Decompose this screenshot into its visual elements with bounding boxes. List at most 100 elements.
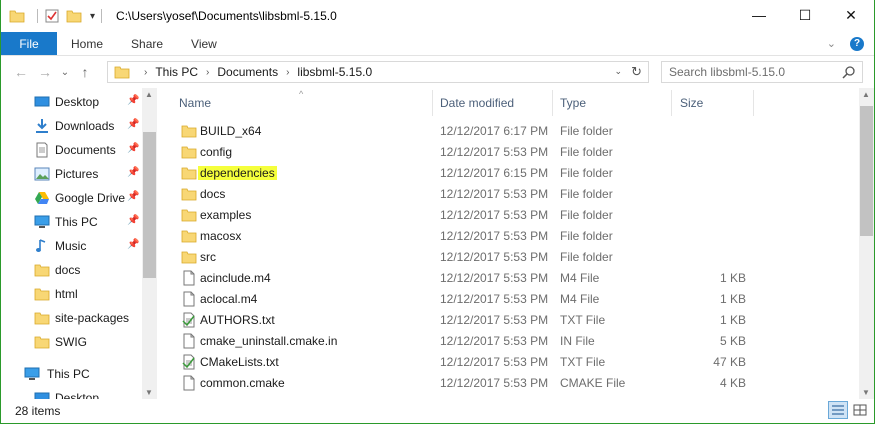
tab-share[interactable]: Share <box>117 32 177 55</box>
recent-locations-button[interactable]: ⌄ <box>57 67 73 78</box>
table-row[interactable]: dependencies 12/12/2017 6:15 PM File folde… <box>171 163 859 184</box>
file-date: 12/12/2017 5:53 PM <box>440 334 549 348</box>
column-header-date[interactable]: Date modified <box>433 90 553 116</box>
expand-ribbon-icon[interactable]: ⌄ <box>827 37 836 50</box>
scroll-up-icon[interactable]: ▲ <box>145 90 153 99</box>
customize-quick-access-icon[interactable]: ▾ <box>90 11 95 22</box>
divider <box>101 9 103 23</box>
scrollbar-thumb[interactable] <box>143 132 156 278</box>
pin-icon: 📌 <box>127 215 140 226</box>
item-count: 28 items <box>15 404 61 418</box>
pin-icon: 📌 <box>127 167 140 178</box>
file-date: 12/12/2017 5:53 PM <box>440 229 549 243</box>
chevron-right-icon[interactable]: › <box>286 67 289 78</box>
file-name: dependencies <box>198 166 277 180</box>
table-row[interactable]: CMakeLists.txt 12/12/2017 5:53 PM TXT File… <box>171 352 859 373</box>
maximize-button[interactable]: ☐ <box>782 0 828 30</box>
tab-file[interactable]: File <box>1 32 57 55</box>
file-size: 5 KB <box>719 334 746 348</box>
desktop-icon <box>34 390 50 399</box>
properties-icon[interactable] <box>44 8 60 24</box>
folder-icon <box>181 144 197 160</box>
table-row[interactable]: common.cmake 12/12/2017 5:53 PM CMAKE File… <box>171 373 859 394</box>
file-date: 12/12/2017 5:53 PM <box>440 145 549 159</box>
chevron-right-icon[interactable]: › <box>144 67 147 78</box>
sidebar-item-label: Music <box>55 239 87 253</box>
tab-view[interactable]: View <box>177 32 231 55</box>
tab-home[interactable]: Home <box>57 32 117 55</box>
file-icon <box>181 270 197 286</box>
details-view-button[interactable] <box>828 401 848 419</box>
refresh-icon[interactable]: ↻ <box>631 64 642 80</box>
sidebar-item-docs[interactable]: docs <box>1 258 141 282</box>
new-folder-icon[interactable] <box>66 8 82 24</box>
minimize-button[interactable]: — <box>736 0 782 30</box>
scroll-down-icon[interactable]: ▼ <box>145 388 153 397</box>
file-type: File folder <box>560 145 613 159</box>
help-icon[interactable]: ? <box>850 36 864 51</box>
table-row[interactable]: config 12/12/2017 5:53 PM File folder <box>171 142 859 163</box>
scrollbar-thumb[interactable] <box>860 106 873 236</box>
sidebar-item-google-drive[interactable]: Google Drive 📌 <box>1 186 141 210</box>
file-type: File folder <box>560 208 613 222</box>
forward-button[interactable]: → <box>33 64 57 80</box>
sidebar-item-site-packages[interactable]: site-packages <box>1 306 141 330</box>
up-button[interactable]: ↑ <box>73 64 97 80</box>
file-date: 12/12/2017 5:53 PM <box>440 292 549 306</box>
pin-icon: 📌 <box>127 143 140 154</box>
scroll-down-icon[interactable]: ▼ <box>862 388 870 397</box>
column-header-type[interactable]: Type <box>553 90 672 116</box>
table-row[interactable]: docs 12/12/2017 5:53 PM File folder <box>171 184 859 205</box>
address-dropdown-icon[interactable]: ⌄ <box>614 66 622 77</box>
column-header-name[interactable]: Name ^ <box>171 89 433 116</box>
scroll-up-icon[interactable]: ▲ <box>862 90 870 99</box>
file-name: aclocal.m4 <box>200 292 258 306</box>
search-input[interactable]: Search libsbml-5.15.0 <box>661 61 863 83</box>
breadcrumb-libsbml[interactable]: libsbml-5.15.0 <box>297 65 372 79</box>
file-type: IN File <box>560 334 595 348</box>
sidebar-item-this-pc[interactable]: This PC 📌 <box>1 210 141 234</box>
sidebar-item-label: Pictures <box>55 167 99 181</box>
sidebar-item-label: Downloads <box>55 119 115 133</box>
file-date: 12/12/2017 5:53 PM <box>440 376 549 390</box>
ribbon-tabs: File Home Share View ⌄ ? <box>1 32 874 56</box>
file-list-scrollbar[interactable]: ▲ ▼ <box>859 88 874 399</box>
file-name: acinclude.m4 <box>200 271 271 285</box>
sidebar-item-desktop-pc[interactable]: Desktop <box>1 386 141 399</box>
sidebar-item-downloads[interactable]: Downloads 📌 <box>1 114 141 138</box>
sidebar-item-documents[interactable]: Documents 📌 <box>1 138 141 162</box>
navigation-scrollbar[interactable]: ▲ ▼ <box>142 88 157 399</box>
table-row[interactable]: BUILD_x64 12/12/2017 6:17 PM File folder <box>171 121 859 142</box>
table-row[interactable]: examples 12/12/2017 5:53 PM File folder <box>171 205 859 226</box>
table-row[interactable]: macosx 12/12/2017 5:53 PM File folder <box>171 226 859 247</box>
breadcrumb-documents[interactable]: Documents <box>217 65 278 79</box>
table-row[interactable]: src 12/12/2017 5:53 PM File folder <box>171 247 859 268</box>
address-bar[interactable]: › This PC › Documents › libsbml-5.15.0 ⌄… <box>107 61 649 83</box>
sidebar-item-pictures[interactable]: Pictures 📌 <box>1 162 141 186</box>
title-bar: ▾ C:\Users\yosef\Documents\libsbml-5.15.… <box>1 0 874 32</box>
column-header-size[interactable]: Size <box>672 90 754 116</box>
table-row[interactable]: aclocal.m4 12/12/2017 5:53 PM M4 File 1 KB <box>171 289 859 310</box>
sidebar-item-html[interactable]: html <box>1 282 141 306</box>
file-name: AUTHORS.txt <box>200 313 275 327</box>
sidebar-item-label: This PC <box>55 215 98 229</box>
window-controls: — ☐ ✕ <box>736 0 874 30</box>
folder-icon <box>181 165 197 181</box>
file-type: File folder <box>560 187 613 201</box>
file-name: BUILD_x64 <box>200 124 262 138</box>
sidebar-item-music[interactable]: Music 📌 <box>1 234 141 258</box>
close-button[interactable]: ✕ <box>828 0 874 30</box>
chevron-right-icon[interactable]: › <box>206 67 209 78</box>
folder-icon <box>114 64 130 80</box>
table-row[interactable]: AUTHORS.txt 12/12/2017 5:53 PM TXT File 1 K… <box>171 310 859 331</box>
sidebar-item-this-pc[interactable]: This PC <box>1 362 141 386</box>
back-button[interactable]: ← <box>9 64 33 80</box>
sidebar-item-swig[interactable]: SWIG <box>1 330 141 354</box>
file-size: 4 KB <box>719 376 746 390</box>
breadcrumb-this-pc[interactable]: This PC <box>155 65 198 79</box>
column-label: Size <box>680 96 704 110</box>
table-row[interactable]: cmake_uninstall.cmake.in 12/12/2017 5:53 … <box>171 331 859 352</box>
large-icons-view-button[interactable] <box>850 401 870 419</box>
table-row[interactable]: acinclude.m4 12/12/2017 5:53 PM M4 File 1 K… <box>171 268 859 289</box>
sidebar-item-desktop[interactable]: Desktop 📌 <box>1 90 141 114</box>
